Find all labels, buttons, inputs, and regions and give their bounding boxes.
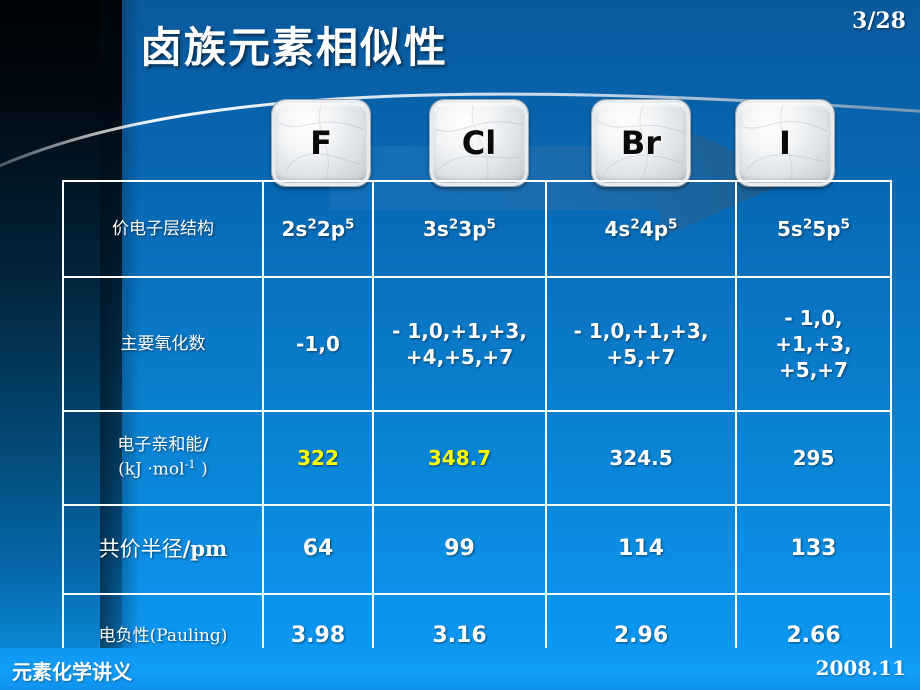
cell-value: 99 [444,536,475,562]
cell-value: 322 [297,446,339,470]
cell-value: 3s23p5 [423,216,496,241]
cell-br: 114 [545,504,737,595]
slide-canvas: 卤族元素相似性 3/28 F Cl Br I 价电子层结构 2s22p5 3s2… [0,0,920,690]
element-tile-br[interactable]: Br [591,99,691,187]
cell-br: 4s24p5 [545,180,737,278]
cell-value: 2s22p5 [281,216,355,241]
element-tile-f[interactable]: F [271,99,371,187]
cell-br: - 1,0,+1,+3, +5,+7 [545,276,737,412]
footer-right-text: 2008.11 [815,656,906,680]
cell-f: -1,0 [262,276,374,412]
cell-value: 114 [618,536,664,562]
cell-value: 3.98 [290,623,346,649]
cell-f: 2s22p5 [262,180,374,278]
table-row: 价电子层结构 2s22p5 3s23p5 4s24p5 5s25p5 [62,180,892,278]
element-tile-cl[interactable]: Cl [429,99,529,187]
cell-value: 348.7 [427,446,492,470]
element-tile-i[interactable]: I [735,99,835,187]
element-symbol: F [310,124,332,162]
cell-value: 133 [790,536,837,562]
table-row: 主要氧化数 -1,0 - 1,0,+1,+3, +4,+5,+7 - 1,0,+1… [62,276,892,412]
cell-value: 2.66 [786,623,841,649]
cell-value: 5s25p5 [777,216,850,241]
cell-value: 3.16 [432,623,487,649]
cell-f: 64 [262,504,374,595]
properties-table: 价电子层结构 2s22p5 3s23p5 4s24p5 5s25p5 主要氧化数… [62,180,892,680]
cell-value: 295 [792,446,835,470]
properties-table-container: 价电子层结构 2s22p5 3s23p5 4s24p5 5s25p5 主要氧化数… [62,180,892,680]
element-symbol: Br [620,124,662,162]
footer-bar: 元素化学讲义 2008.11 [0,648,920,690]
cell-i: 295 [735,410,892,506]
cell-cl: 99 [372,504,547,595]
row-label-cell: 电子亲和能/(kJ ·mol-1 ) [62,410,264,506]
cell-i: 5s25p5 [735,180,892,278]
cell-value: - 1,0,+1,+3, +4,+5,+7 [392,319,527,369]
row-label: 电子亲和能/(kJ ·mol-1 ) [117,435,209,480]
row-label-cell: 主要氧化数 [62,276,264,412]
cell-value: -1,0 [296,332,340,356]
cell-i: - 1,0, +1,+3, +5,+7 [735,276,892,412]
table-row: 共价半径/pm 64 99 114 133 [62,504,892,595]
page-number: 3/28 [852,8,906,34]
cell-value: 324.5 [609,446,673,470]
row-label: 价电子层结构 [112,218,214,239]
cell-cl: 3s23p5 [372,180,547,278]
cell-f: 322 [262,410,374,506]
row-label: 电负性(Pauling) [98,626,228,647]
element-symbol: Cl [461,124,497,162]
element-symbol: I [779,124,791,162]
cell-i: 133 [735,504,892,595]
cell-cl: - 1,0,+1,+3, +4,+5,+7 [372,276,547,412]
cell-value: 2.96 [613,623,669,649]
row-label: 共价半径/pm [98,536,228,562]
row-label: 主要氧化数 [120,333,206,354]
table-row: 电子亲和能/(kJ ·mol-1 ) 322 348.7 324.5 295 [62,410,892,506]
footer-left-text: 元素化学讲义 [12,660,132,684]
row-label-cell: 共价半径/pm [62,504,264,595]
row-label-cell: 价电子层结构 [62,180,264,278]
cell-value: 4s24p5 [604,216,678,241]
page-title: 卤族元素相似性 [140,23,449,72]
cell-value: - 1,0,+1,+3,+5,+7 [573,319,709,369]
cell-cl: 348.7 [372,410,547,506]
cell-br: 324.5 [545,410,737,506]
cell-value: - 1,0,+1,+3,+5,+7 [775,306,852,382]
cell-value: 64 [302,536,334,562]
